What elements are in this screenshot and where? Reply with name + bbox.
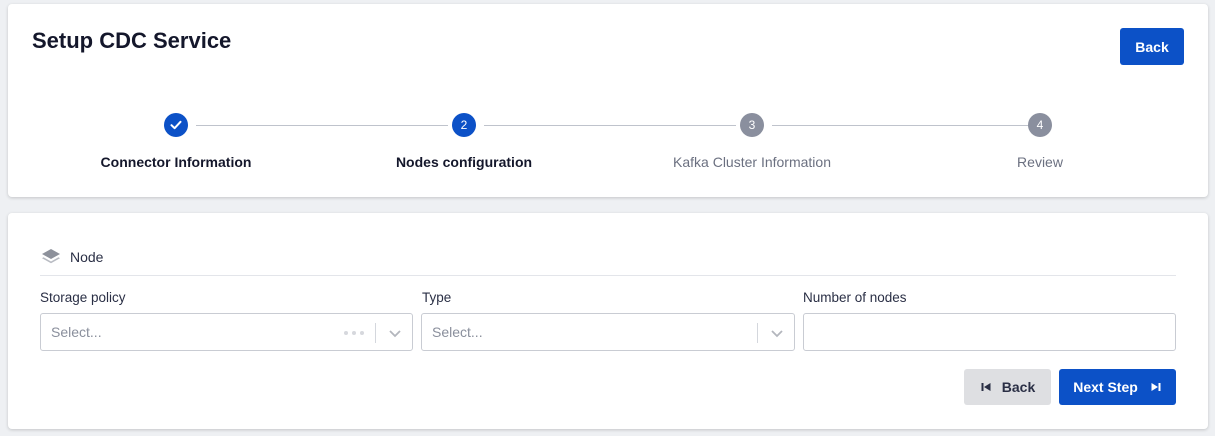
step-2-label: Nodes configuration — [395, 154, 533, 170]
step-2-number: 2 — [452, 113, 476, 137]
node-form-card: Node Storage policy Select... Type Selec… — [8, 213, 1208, 429]
loading-indicator-icon — [344, 331, 364, 335]
chevron-down-icon[interactable] — [387, 325, 403, 341]
section-header: Node — [40, 247, 103, 267]
footer-back-button[interactable]: Back — [964, 369, 1051, 405]
header-card: Setup CDC Service Back Connector Informa… — [8, 4, 1208, 197]
step-connector — [772, 125, 1028, 126]
type-label: Type — [422, 290, 452, 305]
layers-icon — [42, 249, 60, 264]
number-of-nodes-label: Number of nodes — [803, 290, 907, 305]
chevron-down-icon[interactable] — [769, 325, 785, 341]
step-connector — [484, 125, 736, 126]
step-3-label: Kafka Cluster Information — [673, 154, 831, 170]
type-placeholder: Select... — [432, 324, 483, 340]
storage-policy-placeholder: Select... — [51, 324, 102, 340]
step-3-number: 3 — [740, 113, 764, 137]
divider — [40, 275, 1176, 276]
back-button[interactable]: Back — [1120, 28, 1184, 65]
select-separator — [375, 323, 376, 343]
next-step-label: Next Step — [1073, 379, 1138, 395]
step-1-label: Connector Information — [100, 154, 252, 170]
storage-policy-label: Storage policy — [40, 290, 126, 305]
step-1-completed-icon — [164, 113, 188, 137]
page-title: Setup CDC Service — [32, 28, 232, 53]
select-separator — [757, 323, 758, 343]
section-title: Node — [70, 249, 104, 265]
storage-policy-select[interactable]: Select... — [40, 313, 413, 351]
footer-back-label: Back — [1001, 379, 1036, 395]
step-4-number: 4 — [1028, 113, 1052, 137]
type-select[interactable]: Select... — [421, 313, 795, 351]
number-of-nodes-input[interactable] — [803, 313, 1176, 351]
step-4-label: Review — [1017, 154, 1063, 170]
skip-previous-icon — [981, 383, 991, 391]
next-step-button[interactable]: Next Step — [1059, 369, 1176, 405]
skip-next-icon — [1151, 383, 1161, 391]
step-connector — [196, 125, 448, 126]
